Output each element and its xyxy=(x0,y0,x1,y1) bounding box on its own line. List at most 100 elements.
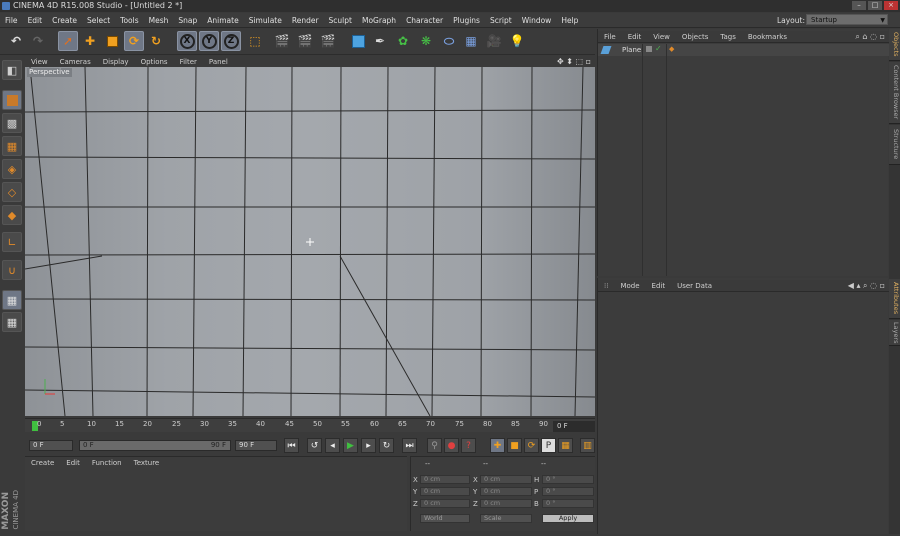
undo-button[interactable]: ↶ xyxy=(6,31,26,51)
redo-button[interactable]: ↷ xyxy=(28,31,48,51)
material-menu-function[interactable]: Function xyxy=(86,459,128,467)
deformer-button[interactable]: ⬭ xyxy=(439,31,459,51)
viewport-menu-panel[interactable]: Panel xyxy=(203,58,234,66)
material-menu-edit[interactable]: Edit xyxy=(60,459,86,467)
start-frame-field[interactable]: 0 F xyxy=(29,440,73,451)
objects-search-icons[interactable]: ⌕ ⌂ ◌ ▫ xyxy=(855,32,889,42)
make-editable-button[interactable]: ◧ xyxy=(2,60,22,80)
points-mode-button[interactable]: ◈ xyxy=(2,159,22,179)
position-x-field[interactable]: 0 cm xyxy=(420,475,470,484)
key-position-button[interactable]: ✚ xyxy=(490,438,505,453)
prev-frame-button[interactable]: ◂ xyxy=(325,438,340,453)
menu-sculpt[interactable]: Sculpt xyxy=(324,16,357,25)
size-y-field[interactable]: 0 cm xyxy=(480,487,532,496)
play-button[interactable]: ▶ xyxy=(343,438,358,453)
position-z-field[interactable]: 0 cm xyxy=(420,499,470,508)
camera-button[interactable]: 🎥 xyxy=(484,31,504,51)
frame-range-slider[interactable]: 0 F 90 F xyxy=(79,440,231,451)
scale-dropdown[interactable]: Scale xyxy=(480,514,532,523)
material-menu-texture[interactable]: Texture xyxy=(128,459,166,467)
tab-structure[interactable]: Structure xyxy=(889,125,900,165)
autokey-button[interactable]: ● xyxy=(444,438,459,453)
keyframe-selection-button[interactable]: ? xyxy=(461,438,476,453)
attributes-menu-edit[interactable]: Edit xyxy=(646,282,672,290)
next-key-button[interactable]: ↻ xyxy=(379,438,394,453)
key-parameter-button[interactable]: P xyxy=(541,438,556,453)
subdivision-surface-button[interactable]: ✿ xyxy=(393,31,413,51)
light-button[interactable]: 💡 xyxy=(507,31,527,51)
end-frame-field[interactable]: 90 F xyxy=(235,440,277,451)
rotation-p-field[interactable]: 0 ° xyxy=(542,487,594,496)
move-button[interactable]: ✚ xyxy=(80,31,100,51)
locked-workplane-button[interactable]: ▦ xyxy=(2,312,22,332)
key-scale-button[interactable]: ■ xyxy=(507,438,522,453)
cloner-button[interactable]: ❋ xyxy=(416,31,436,51)
scale-button[interactable] xyxy=(102,31,122,51)
menu-plugins[interactable]: Plugins xyxy=(448,16,485,25)
viewport-menu-filter[interactable]: Filter xyxy=(174,58,203,66)
live-selection-button[interactable]: ➚ xyxy=(58,31,78,51)
objects-menu-edit[interactable]: Edit xyxy=(622,33,648,41)
menu-mograph[interactable]: MoGraph xyxy=(357,16,401,25)
menu-simulate[interactable]: Simulate xyxy=(244,16,287,25)
viewport-nav-icons[interactable]: ✥ ⬍ ⬚ ▫ xyxy=(557,57,595,66)
menu-render[interactable]: Render xyxy=(287,16,324,25)
objects-menu-bookmarks[interactable]: Bookmarks xyxy=(742,33,793,41)
viewport-menu-cameras[interactable]: Cameras xyxy=(54,58,97,66)
objects-menu-view[interactable]: View xyxy=(647,33,676,41)
workplane-mode-button[interactable]: ▦ xyxy=(2,136,22,156)
minimize-button[interactable]: – xyxy=(852,1,866,10)
key-rotation-button[interactable]: ⟳ xyxy=(524,438,539,453)
viewport-menu-display[interactable]: Display xyxy=(97,58,135,66)
texture-mode-button[interactable]: ▩ xyxy=(2,113,22,133)
attributes-menu-mode[interactable]: Mode xyxy=(614,282,645,290)
render-settings-button[interactable]: 🎬 xyxy=(318,31,338,51)
menu-help[interactable]: Help xyxy=(556,16,583,25)
close-button[interactable]: × xyxy=(884,1,898,10)
material-menu-create[interactable]: Create xyxy=(25,459,60,467)
menu-file[interactable]: File xyxy=(0,16,23,25)
floor-button[interactable]: ▦ xyxy=(461,31,481,51)
recent-tool-button[interactable]: ↻ xyxy=(146,31,166,51)
record-keys-button[interactable]: ⚲ xyxy=(427,438,442,453)
menu-window[interactable]: Window xyxy=(517,16,557,25)
x-axis-button[interactable]: X xyxy=(177,31,197,51)
menu-animate[interactable]: Animate xyxy=(202,16,243,25)
tweak-mode-button[interactable]: ∪ xyxy=(2,260,22,280)
menu-character[interactable]: Character xyxy=(401,16,448,25)
visibility-icon[interactable] xyxy=(646,46,652,52)
menu-mesh[interactable]: Mesh xyxy=(144,16,174,25)
timeline-ruler[interactable]: 0 5 10 15 20 25 30 35 40 45 50 55 60 65 … xyxy=(25,418,595,432)
apply-button[interactable]: Apply xyxy=(542,514,594,523)
snapping-button[interactable]: ▦ xyxy=(2,290,22,310)
tab-layers[interactable]: Layers xyxy=(889,320,900,346)
menu-script[interactable]: Script xyxy=(485,16,517,25)
model-mode-button[interactable] xyxy=(2,90,22,110)
layout-select[interactable]: Startup ▼ xyxy=(806,14,888,25)
maximize-button[interactable]: □ xyxy=(868,1,882,10)
next-frame-button[interactable]: ▸ xyxy=(361,438,376,453)
rotation-h-field[interactable]: 0 ° xyxy=(542,475,594,484)
tab-attributes[interactable]: Attributes xyxy=(889,279,900,319)
perspective-viewport[interactable]: Perspective xyxy=(25,67,595,416)
size-z-field[interactable]: 0 cm xyxy=(480,499,532,508)
tab-objects[interactable]: Objects xyxy=(889,29,900,61)
menu-create[interactable]: Create xyxy=(47,16,82,25)
axis-mode-button[interactable]: ∟ xyxy=(2,232,22,252)
position-y-field[interactable]: 0 cm xyxy=(420,487,470,496)
menu-select[interactable]: Select xyxy=(82,16,115,25)
rotation-b-field[interactable]: 0 ° xyxy=(542,499,594,508)
polygons-mode-button[interactable]: ◆ xyxy=(2,205,22,225)
checkmark-icon[interactable]: ✓ xyxy=(655,44,662,53)
z-axis-button[interactable]: Z xyxy=(221,31,241,51)
goto-end-button[interactable]: ⏭ xyxy=(402,438,417,453)
render-picture-viewer-button[interactable]: 🎬 xyxy=(295,31,315,51)
menu-tools[interactable]: Tools xyxy=(115,16,143,25)
tab-content-browser[interactable]: Content Browser xyxy=(889,62,900,124)
rotate-button[interactable]: ⟳ xyxy=(124,31,144,51)
edges-mode-button[interactable]: ◇ xyxy=(2,182,22,202)
cube-button[interactable] xyxy=(348,31,368,51)
size-x-field[interactable]: 0 cm xyxy=(480,475,532,484)
key-pla-button[interactable]: ▦ xyxy=(558,438,573,453)
current-frame-field[interactable]: 0 F xyxy=(553,421,595,432)
